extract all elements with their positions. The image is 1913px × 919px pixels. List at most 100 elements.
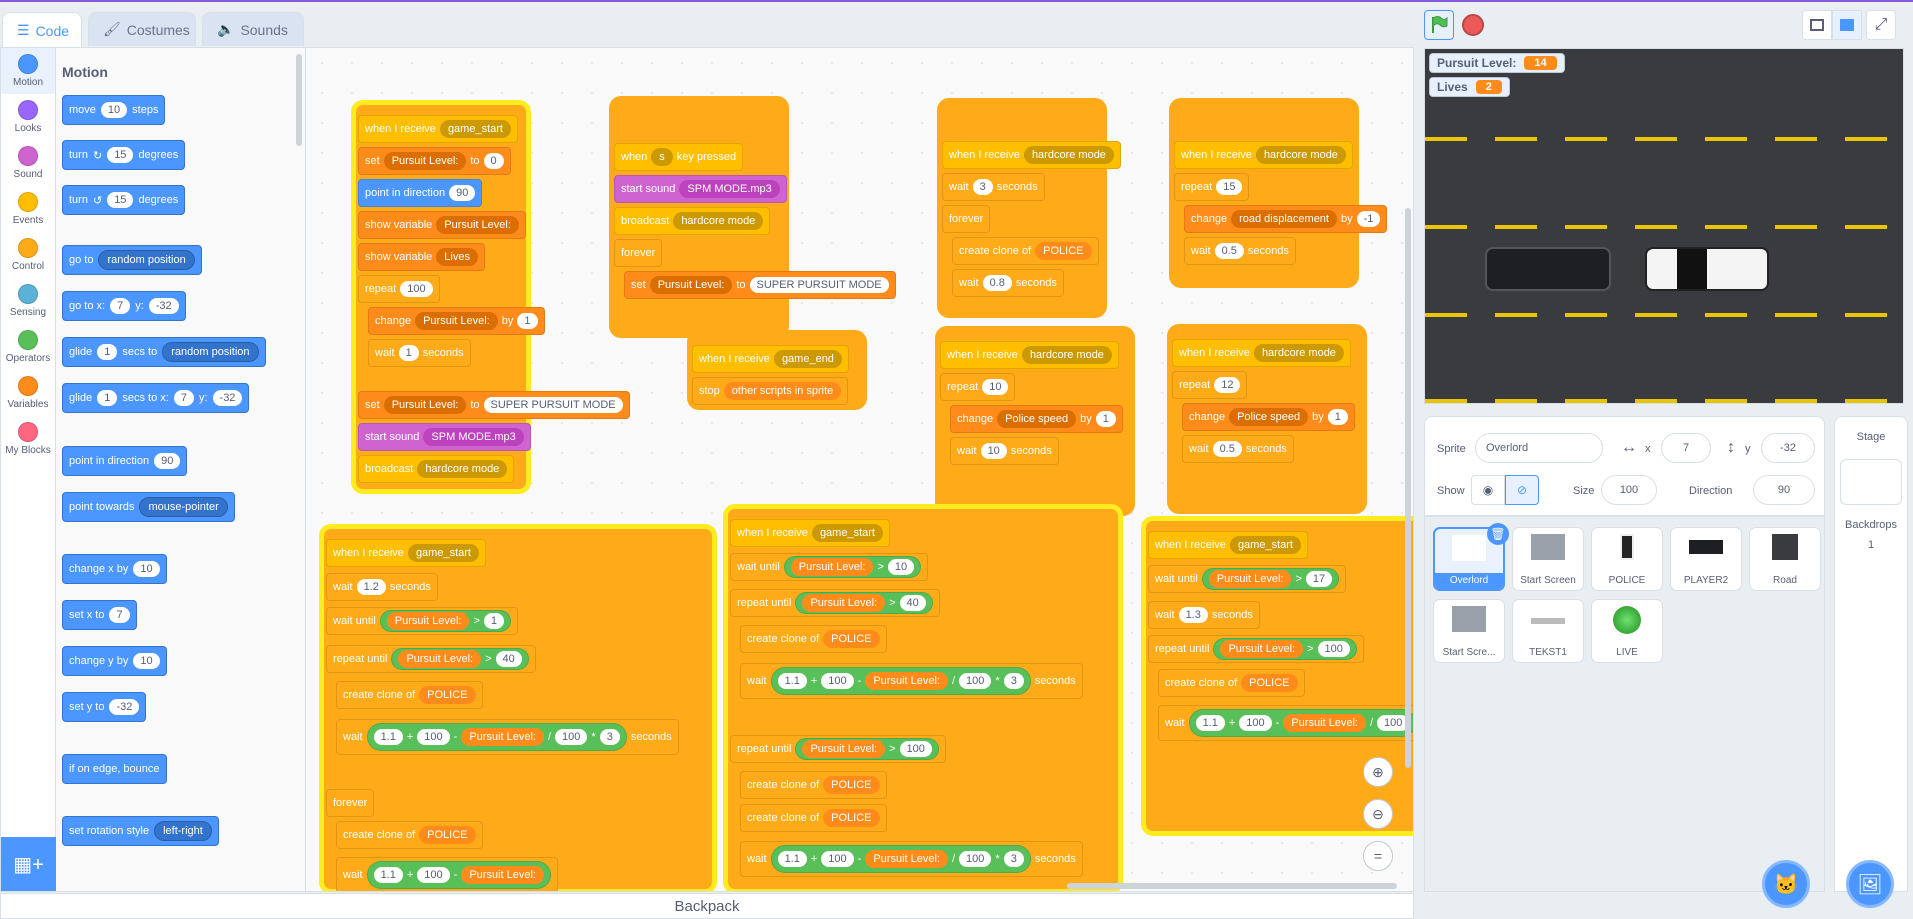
greater-than-operator[interactable]: Pursuit Level: >10 — [783, 556, 922, 578]
sprite-tile-live[interactable]: LIVE — [1591, 599, 1663, 663]
create-clone-block[interactable]: create clone of POLICE — [740, 771, 887, 799]
block-input[interactable]: 0.5 — [1212, 441, 1242, 457]
normal-stage-button[interactable] — [1832, 10, 1862, 40]
add-operator[interactable]: 1.1 +100- Pursuit Level: — [366, 861, 551, 889]
direction-field[interactable]: 90 — [1753, 475, 1815, 505]
reporter[interactable]: Pursuit Level: — [1283, 714, 1366, 732]
block-dropdown[interactable]: game_start — [407, 544, 479, 562]
reporter[interactable]: Pursuit Level: — [398, 650, 482, 668]
palette-scrollbar[interactable] — [296, 54, 302, 146]
start-sound-block[interactable]: start sound SPM MODE.mp3 — [614, 175, 787, 203]
block-input[interactable]: 10 — [980, 443, 1007, 459]
block-dropdown[interactable]: road displacement — [1231, 210, 1337, 228]
when-key-pressed-block[interactable]: when s key pressed — [614, 143, 744, 171]
add-operator[interactable]: 1.1 +100- Pursuit Level:/100 * 3 — [770, 845, 1031, 873]
sprite-tile-tekst1[interactable]: TEKST1 — [1512, 599, 1584, 663]
category-operators[interactable]: Operators — [1, 324, 55, 370]
zoom-in-button[interactable]: ⊕ — [1363, 757, 1393, 787]
block-dropdown[interactable]: Police speed — [1229, 408, 1309, 426]
set-y-block[interactable]: set y to -32 — [62, 692, 147, 722]
block-input[interactable]: 3 — [1003, 851, 1024, 867]
bounce-block[interactable]: if on edge, bounce — [62, 754, 167, 784]
wait-formula-block[interactable]: wait 1.1 +100- Pursuit Level:/100 * 3 seconds — [740, 663, 1083, 699]
block-input[interactable]: 1 — [398, 345, 419, 361]
block-input[interactable]: 3 — [1003, 673, 1024, 689]
workspace-vertical-scrollbar[interactable] — [1405, 208, 1411, 768]
choose-sprite-button[interactable]: 🐱 — [1762, 860, 1810, 908]
block-input[interactable]: 1.2 — [356, 579, 386, 595]
block-dropdown[interactable]: game_end — [773, 350, 842, 368]
block-input[interactable]: SUPER PURSUIT MODE — [483, 397, 623, 413]
block-dropdown[interactable]: Pursuit Level: — [383, 152, 467, 170]
when-receive-block[interactable]: when I receive hardcore mode — [940, 341, 1119, 369]
repeat-block[interactable]: repeat 15 — [1174, 173, 1250, 201]
block-input[interactable]: 1 — [97, 390, 118, 406]
sprite-name-field[interactable]: Overlord — [1475, 433, 1603, 463]
category-motion[interactable]: Motion — [1, 48, 55, 94]
reporter[interactable]: Pursuit Level: — [461, 866, 544, 884]
block-dropdown[interactable]: mouse-pointer — [139, 497, 228, 517]
wait-block[interactable]: wait 3 seconds — [942, 173, 1045, 201]
block-dropdown[interactable]: hardcore mode — [1255, 146, 1346, 164]
forever-block[interactable]: forever — [614, 239, 663, 267]
greater-than-operator[interactable]: Pursuit Level: >40 — [391, 648, 529, 670]
reporter[interactable]: Pursuit Level: — [802, 594, 886, 612]
category-control[interactable]: Control — [1, 232, 55, 278]
wait-block[interactable]: wait 0.5 seconds — [1184, 237, 1296, 265]
when-receive-block[interactable]: when I receive hardcore mode — [1174, 141, 1353, 169]
tab-sounds[interactable]: 🔈 Sounds — [202, 12, 304, 46]
block-input[interactable]: -32 — [148, 298, 179, 314]
show-variable-block[interactable]: show variable Pursuit Level: — [358, 211, 526, 239]
broadcast-block[interactable]: broadcast hardcore mode — [358, 455, 515, 483]
wait-block[interactable]: wait 1.3 seconds — [1148, 601, 1260, 629]
greater-than-operator[interactable]: Pursuit Level: >100 — [795, 738, 939, 760]
go-to-block[interactable]: go to random position — [62, 245, 202, 275]
category-looks[interactable]: Looks — [1, 94, 55, 140]
script-hardcore-speed-12[interactable]: when I receive hardcore mode repeat 12 cha… — [1167, 324, 1367, 514]
block-input[interactable]: 15 — [1216, 179, 1243, 195]
block-dropdown[interactable]: POLICE — [1035, 242, 1092, 260]
block-input[interactable]: SUPER PURSUIT MODE — [749, 277, 889, 293]
block-input[interactable]: 100 — [417, 867, 450, 883]
block-input[interactable]: 100 — [1239, 715, 1272, 731]
point-direction-block[interactable]: point in direction 90 — [358, 179, 483, 207]
reporter[interactable]: Pursuit Level: — [865, 672, 948, 690]
x-field[interactable]: 7 — [1661, 433, 1711, 463]
reporter[interactable]: Pursuit Level: — [790, 558, 874, 576]
block-input[interactable]: 10 — [133, 653, 160, 669]
script-workspace[interactable]: when I receive game_start set Pursuit Leve… — [307, 48, 1413, 891]
when-receive-block[interactable]: when I receive hardcore mode — [1172, 339, 1351, 367]
create-clone-block[interactable]: create clone of POLICE — [1158, 669, 1305, 697]
block-dropdown[interactable]: Pursuit Level: — [436, 216, 519, 234]
zoom-out-button[interactable]: ⊖ — [1363, 799, 1393, 829]
block-input[interactable]: 100 — [555, 729, 588, 745]
block-dropdown[interactable]: Pursuit Level: — [649, 276, 733, 294]
set-variable-block[interactable]: set Pursuit Level: to SUPER PURSUIT MODE — [624, 271, 896, 299]
block-dropdown[interactable]: hardcore mode — [1253, 344, 1344, 362]
block-input[interactable]: 1 — [1327, 409, 1348, 425]
block-dropdown[interactable]: POLICE — [823, 809, 880, 827]
category-events[interactable]: Events — [1, 186, 55, 232]
change-variable-block[interactable]: change road displacement by -1 — [1184, 205, 1388, 233]
block-input[interactable]: 17 — [1305, 571, 1333, 587]
block-dropdown[interactable]: Pursuit Level: — [383, 396, 467, 414]
greater-than-operator[interactable]: Pursuit Level: >1 — [379, 610, 512, 632]
wait-block[interactable]: wait 1.2 seconds — [326, 573, 438, 601]
add-operator[interactable]: 1.1 +100- Pursuit Level:/100 — [1188, 709, 1413, 737]
block-input[interactable]: 7 — [110, 298, 131, 314]
block-dropdown[interactable]: random position — [98, 250, 195, 270]
tab-code[interactable]: ☰ Code — [2, 12, 82, 48]
wait-block[interactable]: wait 1 seconds — [368, 339, 471, 367]
block-input[interactable]: 1 — [483, 613, 505, 629]
add-extension-button[interactable]: ▦+ — [1, 837, 56, 891]
when-receive-block[interactable]: when I receive game_start — [730, 519, 890, 547]
point-in-direction-block[interactable]: point in direction 90 — [62, 446, 188, 476]
block-dropdown[interactable]: hardcore mode — [1023, 146, 1114, 164]
block-input[interactable]: 1.1 — [777, 673, 807, 689]
add-operator[interactable]: 1.1 +100- Pursuit Level:/100 * 3 — [770, 667, 1031, 695]
show-visible-button[interactable]: ◉ — [1471, 475, 1505, 505]
wait-formula-block[interactable]: wait 1.1 +100- Pursuit Level:/100 * 3 seconds — [740, 841, 1083, 877]
reporter[interactable]: Pursuit Level: — [1208, 570, 1292, 588]
block-input[interactable]: 0 — [483, 153, 504, 169]
block-input[interactable]: 10 — [100, 102, 128, 118]
